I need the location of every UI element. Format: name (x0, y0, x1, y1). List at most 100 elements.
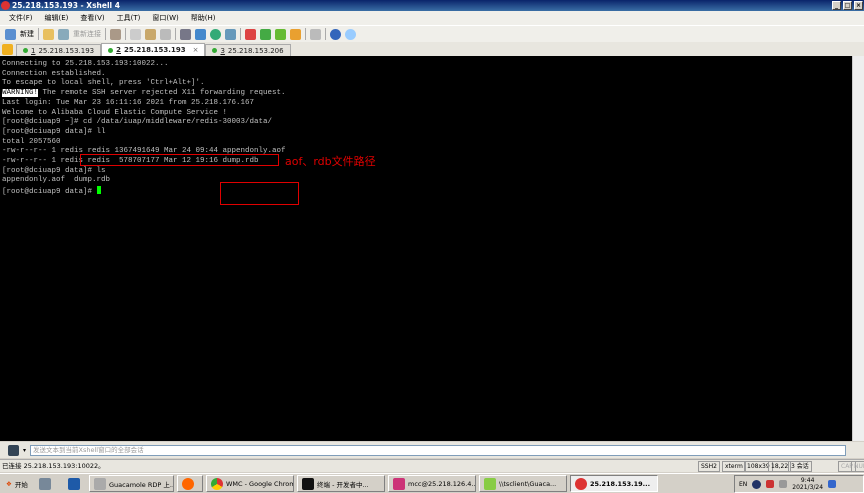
task-label: WMC - Google Chrome (226, 479, 294, 488)
tab-session-2[interactable]: 2 25.218.153.193 × (101, 43, 206, 56)
send-text-input[interactable]: 发送文本到当前Xshell窗口的全部会话 (30, 444, 846, 456)
tab-session-1[interactable]: 1 25.218.153.193 (16, 44, 102, 56)
powershell-icon[interactable] (68, 477, 80, 490)
compose-menu-icon[interactable] (8, 444, 19, 456)
volume-icon[interactable] (779, 480, 788, 488)
task-label: \\tsclient\Guaca... (499, 479, 557, 488)
system-tray: EN 9:44 2021/3/24 (734, 475, 864, 493)
terminal-line: Last login: Tue Mar 23 16:11:16 2021 fro… (2, 98, 255, 107)
notepad-icon (484, 477, 496, 490)
keyboard-icon[interactable] (310, 28, 321, 40)
status-bar: 已连接 25.218.153.193:10022。 SSH2 xterm 108… (0, 459, 864, 472)
color-scheme-icon[interactable] (195, 28, 206, 40)
terminal-line: To escape to local shell, press 'Ctrl+Al… (2, 79, 205, 88)
find-icon[interactable] (160, 28, 171, 40)
help-icon[interactable] (330, 28, 341, 40)
terminal-line: appendonly.aof dump.rdb (2, 176, 111, 185)
terminal-line: [root@dciuap9 data]# (2, 186, 850, 198)
help-icon[interactable] (752, 479, 762, 489)
taskbar-item-chrome[interactable]: WMC - Google Chrome (206, 475, 294, 492)
taskbar-item-tsclient[interactable]: \\tsclient\Guaca... (479, 475, 567, 492)
tab-number: 2 (116, 46, 122, 54)
tab-number: 1 (31, 46, 36, 55)
command: cd /data/iuap/middleware/redis-30003/dat… (83, 118, 273, 127)
connection-status: 已连接 25.218.153.193:10022。 (2, 462, 105, 470)
properties-icon[interactable] (110, 28, 121, 40)
task-label: 终端 - 开发者中... (317, 480, 369, 489)
network-icon[interactable] (766, 480, 775, 488)
terminal-icon (302, 477, 314, 490)
script-icon[interactable] (260, 28, 271, 40)
menu-help[interactable]: 帮助(H) (191, 13, 216, 23)
separator (38, 28, 39, 40)
xftp-icon[interactable] (245, 28, 256, 40)
separator (325, 28, 326, 40)
taskbar-item-guacamole[interactable]: Guacamole RDP 上... (89, 475, 174, 492)
terminal-line: WARNING! The remote SSH server rejected … (2, 89, 850, 99)
compose-bar: ▾ 发送文本到当前Xshell窗口的全部会话 (0, 442, 864, 458)
warning-text: The remote SSH server rejected X11 forwa… (38, 89, 286, 98)
globe-icon[interactable] (210, 28, 221, 40)
time: 9:44 (800, 477, 815, 484)
menu-view[interactable]: 查看(V) (80, 13, 104, 23)
lock-icon[interactable] (290, 28, 301, 40)
separator (175, 28, 176, 40)
menu-edit[interactable]: 编辑(E) (45, 13, 69, 23)
taskbar-item-xshell[interactable]: 25.218.153.19... (570, 475, 658, 492)
status-dot-icon (212, 48, 218, 53)
print-icon[interactable] (180, 28, 191, 40)
taskbar-item-mcc[interactable]: mcc@25.218.126.4... (388, 475, 476, 492)
tab-label: 25.218.153.193 (124, 46, 186, 54)
task-label: Guacamole RDP 上... (109, 480, 174, 489)
minimize-button[interactable]: _ (832, 1, 841, 10)
language-indicator[interactable]: EN (739, 481, 747, 488)
chat-icon[interactable] (345, 28, 356, 40)
layout-icon[interactable] (275, 28, 286, 40)
link-icon[interactable] (58, 28, 69, 40)
menu-window[interactable]: 窗口(W) (152, 13, 178, 23)
taskbar-item-firefox[interactable] (177, 475, 203, 492)
taskbar-item-terminal[interactable]: 终端 - 开发者中... (297, 475, 385, 492)
chevron-down-icon[interactable]: ▾ (23, 447, 26, 454)
menu-file[interactable]: 文件(F) (9, 13, 33, 23)
clock[interactable]: 9:44 2021/3/24 (792, 477, 823, 491)
annotation-text: aof、rdb文件路径 (285, 155, 376, 168)
terminal-scrollbar[interactable] (852, 56, 864, 441)
new-button[interactable]: 新建 (20, 29, 34, 39)
terminal-line: [root@dciuap9 data]# ls (2, 166, 106, 175)
tab-close-icon[interactable]: × (193, 46, 199, 54)
new-session-icon[interactable] (5, 28, 16, 40)
prompt: [root@dciuap9 data]# (2, 188, 97, 197)
database-icon (393, 477, 405, 490)
toolbar: 新建 重新连接 (0, 25, 864, 42)
task-label: 25.218.153.19... (590, 479, 651, 488)
date: 2021/3/24 (792, 484, 824, 491)
protocol-status: SSH2 (698, 461, 720, 472)
add-tab-icon[interactable] (2, 44, 13, 55)
prompt: [root@dciuap9 ~]# (2, 118, 84, 127)
paste-icon[interactable] (145, 28, 156, 40)
menu-tools[interactable]: 工具(T) (117, 13, 141, 23)
tab-session-3[interactable]: 3 25.218.153.206 (205, 44, 291, 56)
copy-icon[interactable] (130, 28, 141, 40)
firefox-icon (182, 477, 194, 490)
separator (305, 28, 306, 40)
chrome-icon (211, 477, 223, 490)
reconnect-button[interactable]: 重新连接 (73, 29, 101, 39)
taskbar: ❖ 开始 Guacamole RDP 上... WMC - Google Chro… (0, 473, 864, 493)
close-button[interactable]: × (854, 1, 863, 10)
terminal[interactable]: Connecting to 25.218.153.193:10022... Con… (0, 56, 852, 441)
status-dot-icon (108, 47, 114, 53)
terminal-line: [root@dciuap9 ~]# cd /data/iuap/middlewa… (2, 118, 850, 128)
tab-label: 25.218.153.206 (227, 46, 284, 55)
start-button[interactable]: ❖ 开始 (2, 475, 28, 492)
start-label: 开始 (14, 480, 28, 489)
terminal-type: xterm (722, 461, 746, 472)
xshell-icon (575, 477, 587, 490)
server-manager-icon[interactable] (39, 477, 51, 490)
maximize-button[interactable]: □ (843, 1, 852, 10)
show-desktop-icon[interactable] (828, 480, 837, 488)
menu-bar: 文件(F) 编辑(E) 查看(V) 工具(T) 窗口(W) 帮助(H) (0, 11, 864, 25)
open-folder-icon[interactable] (43, 28, 54, 40)
transfer-icon[interactable] (225, 28, 236, 40)
